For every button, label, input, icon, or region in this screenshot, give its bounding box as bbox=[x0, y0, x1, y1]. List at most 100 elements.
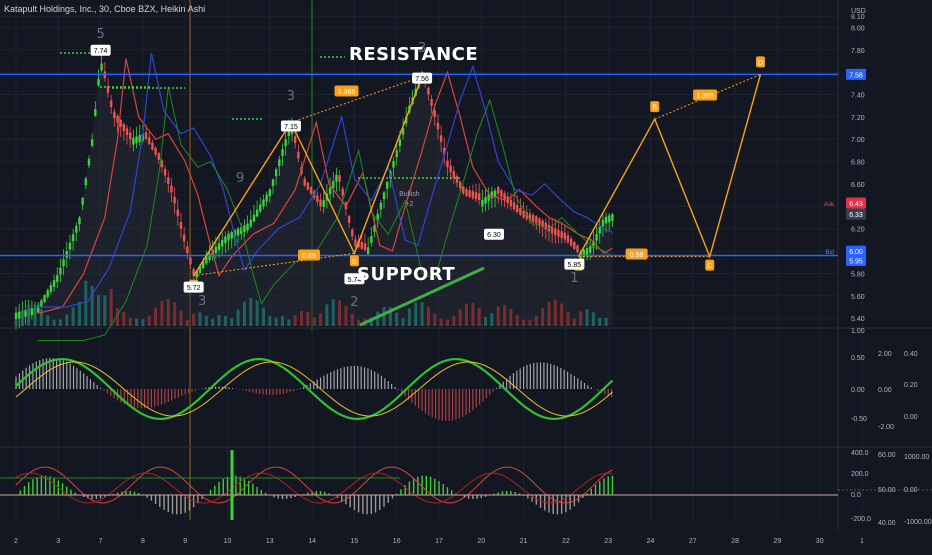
candle-body bbox=[550, 226, 554, 234]
candle-body bbox=[319, 199, 322, 207]
bid-label: Bid bbox=[825, 250, 834, 256]
volume-bar bbox=[204, 315, 208, 326]
candle-body bbox=[430, 98, 433, 106]
volume-bar bbox=[338, 300, 342, 326]
candle-body bbox=[379, 202, 383, 210]
candle-body bbox=[224, 236, 227, 244]
candle-body bbox=[595, 233, 598, 241]
candle-body bbox=[243, 225, 246, 233]
projection-label-C: C bbox=[707, 263, 712, 270]
osc1-tick3: 0.40 bbox=[904, 351, 918, 358]
candle-body bbox=[97, 78, 100, 86]
price-tag: 6.30 bbox=[487, 232, 501, 239]
candle-body bbox=[433, 110, 436, 117]
x-tick-label: 20 bbox=[477, 538, 485, 545]
candle-body bbox=[160, 160, 164, 168]
candle-body bbox=[144, 132, 148, 139]
osc2-tick-mid: 50.00 bbox=[878, 487, 896, 494]
candle-body bbox=[341, 188, 344, 196]
price-tag: 7.56 bbox=[415, 76, 429, 83]
volume-bar bbox=[65, 314, 69, 326]
support-label: SUPPORT bbox=[357, 264, 456, 285]
bullish-score: +2 bbox=[405, 201, 413, 208]
y-tick-label: 5.80 bbox=[851, 271, 865, 278]
candle-body bbox=[56, 275, 59, 282]
volume-bar bbox=[598, 317, 602, 326]
volume-bar bbox=[401, 318, 405, 326]
candle-body bbox=[252, 214, 256, 222]
osc1-tick: -0.50 bbox=[851, 416, 867, 423]
candle-body bbox=[268, 189, 271, 197]
candle-body bbox=[230, 232, 233, 239]
volume-bar bbox=[325, 304, 329, 326]
candle-body bbox=[43, 295, 46, 302]
candle-body bbox=[59, 267, 62, 275]
count-label: 9 bbox=[236, 171, 244, 186]
candle-body bbox=[176, 209, 179, 217]
y-tick-label: 5.40 bbox=[851, 316, 865, 323]
candle-body bbox=[465, 189, 468, 196]
x-tick-label: 14 bbox=[308, 538, 316, 545]
candle-body bbox=[519, 208, 522, 215]
volume-bar bbox=[464, 303, 468, 326]
candle-body bbox=[601, 219, 605, 227]
osc2-tick-mid: 40.00 bbox=[878, 520, 896, 527]
x-tick-label: 3 bbox=[56, 538, 60, 545]
volume-bar bbox=[154, 307, 158, 326]
candle-body bbox=[522, 210, 525, 218]
candle-body bbox=[49, 285, 53, 292]
candle-body bbox=[458, 181, 462, 189]
chart-title: Katapult Holdings, Inc., 30, Cboe BZX, H… bbox=[4, 4, 206, 14]
candle-body bbox=[477, 193, 481, 201]
x-tick-label: 28 bbox=[731, 538, 739, 545]
volume-bar bbox=[198, 312, 202, 326]
candle-body bbox=[474, 192, 478, 200]
candle-body bbox=[78, 217, 81, 225]
volume-bar bbox=[350, 313, 354, 326]
volume-bar bbox=[192, 313, 196, 326]
x-tick-label: 27 bbox=[689, 538, 697, 545]
volume-bar bbox=[585, 309, 589, 326]
osc2-tick-right: 1000.00 bbox=[904, 454, 929, 461]
candle-body bbox=[75, 225, 78, 233]
volume-bar bbox=[211, 318, 215, 326]
volume-bar bbox=[223, 315, 227, 326]
candle-body bbox=[563, 232, 567, 240]
candle-body bbox=[481, 199, 484, 207]
candle-body bbox=[604, 216, 608, 224]
candle-body bbox=[40, 300, 43, 307]
candle-body bbox=[439, 135, 443, 143]
candle-body bbox=[151, 142, 154, 150]
candle-body bbox=[452, 170, 456, 178]
volume-bar bbox=[141, 318, 145, 326]
candle-body bbox=[497, 187, 500, 194]
candle-body bbox=[65, 251, 68, 258]
price-tag: 5.85 bbox=[568, 262, 582, 269]
volume-bar bbox=[433, 313, 437, 326]
candle-body bbox=[138, 135, 141, 142]
projection-label-B: B bbox=[652, 105, 657, 112]
candle-body bbox=[449, 165, 452, 173]
candle-body bbox=[531, 215, 535, 222]
candle-body bbox=[249, 219, 252, 227]
candle-body bbox=[14, 312, 18, 320]
volume-bar bbox=[217, 315, 221, 326]
candle-body bbox=[271, 179, 275, 187]
chart-canvas[interactable]: 8.108.007.807.607.407.207.006.806.606.40… bbox=[0, 0, 932, 550]
candle-body bbox=[500, 190, 503, 197]
candle-body bbox=[535, 216, 538, 224]
volume-bar bbox=[58, 319, 62, 326]
osc2-tick-right: -1000.00 bbox=[904, 519, 932, 526]
last-price: 6.33 bbox=[849, 212, 863, 219]
price-tag: 7.15 bbox=[284, 124, 298, 131]
osc1-histogram bbox=[15, 357, 613, 421]
volume-bar bbox=[496, 306, 500, 326]
volume-bar bbox=[236, 309, 240, 326]
osc2-tick: 0.0 bbox=[851, 492, 861, 499]
candle-body bbox=[360, 242, 364, 249]
candle-body bbox=[560, 231, 563, 239]
osc1-tick2: -2.00 bbox=[878, 424, 894, 431]
volume-bar bbox=[534, 315, 538, 326]
candle-body bbox=[354, 239, 357, 246]
candle-body bbox=[100, 63, 103, 71]
